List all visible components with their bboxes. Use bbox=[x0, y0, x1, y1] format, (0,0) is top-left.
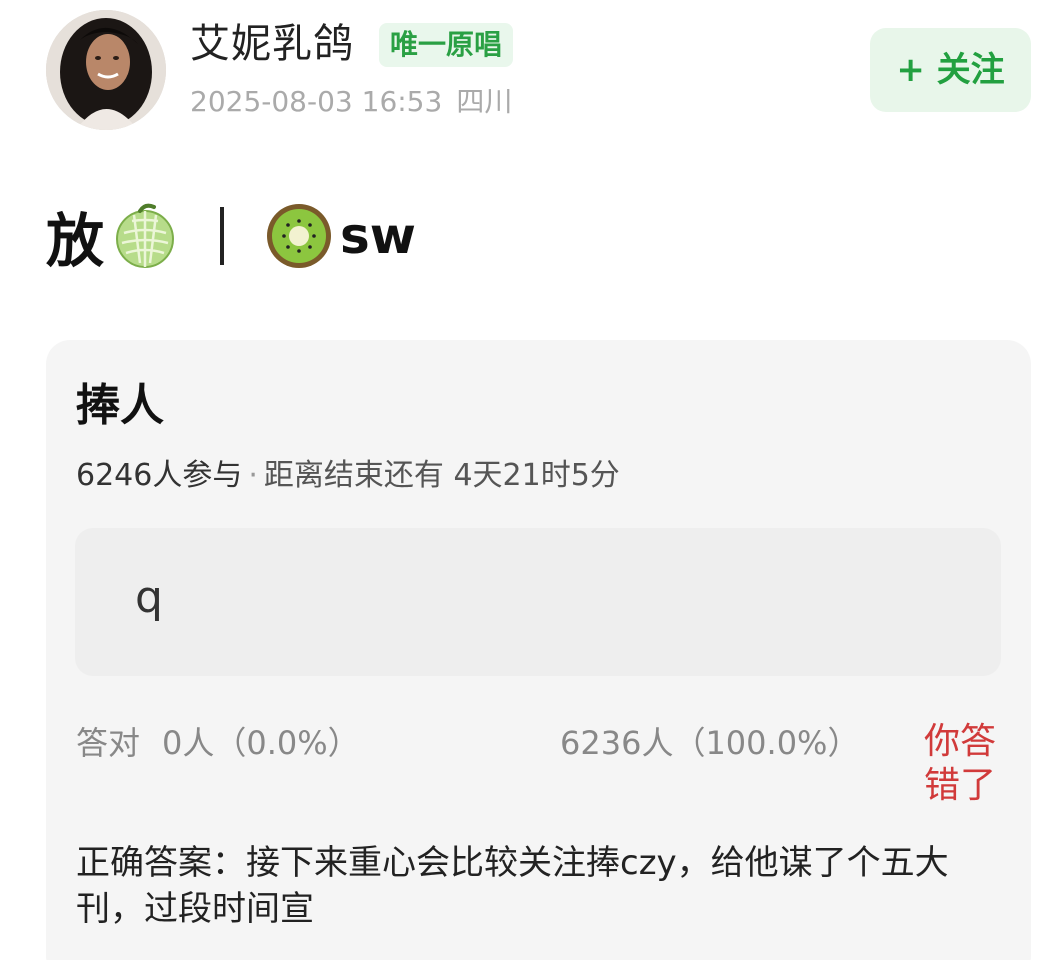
correct-stat: 答对 0人（0.0%） bbox=[76, 720, 360, 766]
quiz-option[interactable]: q bbox=[75, 528, 1001, 676]
quiz-title: 捧人 bbox=[76, 380, 164, 431]
post-text-part1: 放 bbox=[46, 207, 105, 275]
post-text: 放 sw bbox=[46, 196, 416, 276]
post-text-part2: sw bbox=[340, 207, 416, 265]
correct-count: 0人（0.0%） bbox=[162, 724, 360, 762]
post-page: 艾妮乳鸽 唯一原唱 2025-08-03 16:53 四川 + 关注 放 sw … bbox=[0, 0, 1064, 960]
kiwi-icon bbox=[264, 201, 334, 271]
quiz-card: 捧人 6246人参与 · 距离结束还有 4天21时5分 q 答对 0人（0.0%） 6… bbox=[46, 340, 1031, 960]
avatar-image bbox=[46, 10, 166, 130]
avatar[interactable] bbox=[46, 10, 166, 130]
time-remaining: 距离结束还有 4天21时5分 bbox=[263, 458, 620, 493]
post-timestamp: 2025-08-03 16:53 bbox=[190, 85, 443, 118]
wrong-stat: 6236人（100.0%） bbox=[560, 724, 860, 762]
separator-bar bbox=[220, 207, 225, 265]
correct-label: 答对 bbox=[76, 724, 141, 762]
participant-count: 6246人参与 bbox=[76, 458, 243, 493]
melon-icon bbox=[110, 201, 180, 271]
username[interactable]: 艾妮乳鸽 bbox=[190, 18, 354, 70]
quiz-option-text: q bbox=[135, 572, 163, 623]
correct-answer-text: 正确答案：接下来重心会比较关注捧czy，给他谋了个五大刊，过段时间宣 bbox=[76, 843, 949, 929]
wrong-answer-label: 你答错了 bbox=[924, 721, 997, 806]
follow-button[interactable]: + 关注 bbox=[870, 28, 1031, 112]
meta-separator: · bbox=[248, 458, 258, 493]
post-meta: 2025-08-03 16:53 四川 bbox=[190, 82, 512, 122]
quiz-meta: 6246人参与 · 距离结束还有 4天21时5分 bbox=[76, 454, 620, 498]
original-singer-badge: 唯一原唱 bbox=[379, 23, 514, 67]
post-location: 四川 bbox=[456, 85, 513, 118]
